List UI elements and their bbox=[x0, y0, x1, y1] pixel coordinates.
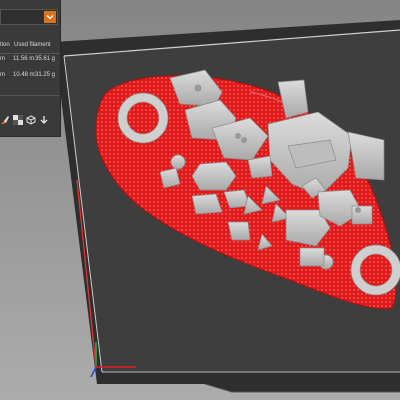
column-header-left: tion bbox=[0, 42, 10, 48]
row-2-weight: 31.25 g bbox=[35, 72, 56, 78]
row-1-length: 11.56 m bbox=[13, 56, 35, 62]
chevron-down-icon bbox=[46, 15, 54, 20]
small-block-part bbox=[159, 167, 181, 189]
arrow-down-icon[interactable] bbox=[39, 115, 49, 125]
small-square-part bbox=[227, 221, 251, 241]
cube-icon[interactable] bbox=[26, 115, 36, 125]
checker-icon[interactable] bbox=[13, 115, 23, 125]
hex-part bbox=[191, 161, 237, 191]
ring-part-right bbox=[350, 244, 400, 296]
chin-part bbox=[247, 155, 273, 179]
round-knob-part bbox=[170, 154, 186, 170]
divider bbox=[0, 53, 60, 54]
divider bbox=[0, 95, 60, 96]
ring-part-left bbox=[117, 92, 169, 144]
row-2-length: 10.48 m bbox=[13, 72, 35, 78]
row-1-left: m bbox=[0, 56, 5, 62]
dropdown-arrow[interactable] bbox=[44, 11, 56, 23]
row-1-weight: 35.61 g bbox=[35, 56, 56, 62]
row-2-left: m bbox=[0, 72, 5, 78]
square-part bbox=[351, 205, 373, 225]
paint-brush-icon[interactable] bbox=[0, 115, 10, 125]
slice-info-panel: tion Used filament m 11.56 m 35.61 g m 1… bbox=[0, 0, 61, 137]
column-header-used-filament: Used filament bbox=[14, 42, 51, 48]
bottom-part bbox=[299, 247, 325, 267]
panel-toolbar bbox=[0, 113, 49, 127]
preset-dropdown[interactable] bbox=[0, 9, 58, 25]
